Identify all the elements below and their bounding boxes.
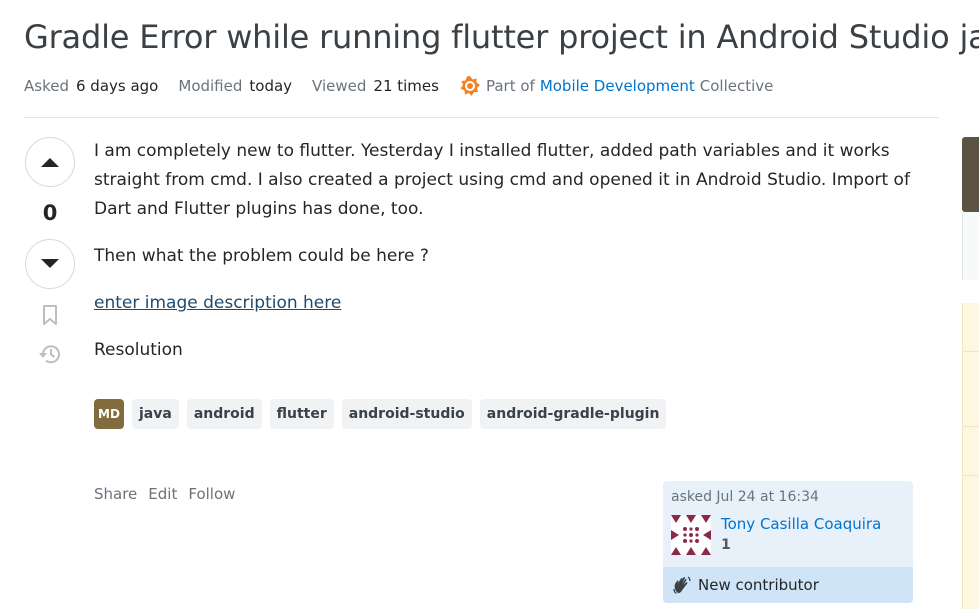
modified-label: Modified [178, 77, 243, 95]
body-paragraph-2: Then what the problem could be here ? [94, 246, 429, 266]
waving-hand-icon [672, 575, 692, 595]
history-icon [39, 345, 60, 364]
asked-timestamp[interactable]: asked Jul 24 at 16:34 [671, 489, 819, 505]
history-button[interactable] [38, 343, 62, 365]
collective-link[interactable]: Mobile Development [540, 77, 695, 95]
downvote-button[interactable] [25, 239, 75, 289]
user-name-link[interactable]: Tony Casilla Coaquira [721, 515, 881, 533]
viewed-label: Viewed [312, 77, 367, 95]
tag-android[interactable]: android [186, 399, 262, 429]
tag-android-gradle-plugin[interactable]: android-gradle-plugin [479, 399, 667, 429]
question-meta: Asked 6 days ago Modified today Viewed 2… [24, 75, 773, 97]
post-actions: Share Edit Follow [94, 485, 246, 503]
upvote-arrow-icon [41, 158, 59, 167]
asked-value: 6 days ago [75, 77, 159, 95]
sidebar-divider [963, 426, 979, 427]
new-contributor-banner[interactable]: New contributor [663, 567, 913, 603]
share-link[interactable]: Share [94, 485, 137, 503]
sidebar-divider [963, 351, 979, 352]
new-contributor-label: New contributor [698, 576, 819, 594]
follow-link[interactable]: Follow [188, 485, 235, 503]
vote-count: 0 [42, 201, 58, 225]
collective-md-badge[interactable]: MD [94, 399, 124, 429]
sidebar-partial-card[interactable] [962, 137, 979, 212]
collective-suffix: Collective [699, 77, 774, 95]
vote-cell: 0 [24, 137, 76, 365]
sidebar-partial-blog [962, 303, 979, 609]
sidebar-divider [963, 475, 979, 476]
avatar[interactable] [671, 515, 711, 555]
downvote-arrow-icon [41, 259, 59, 268]
edit-link[interactable]: Edit [148, 485, 177, 503]
asked-label: Asked [24, 77, 69, 95]
bookmark-button[interactable] [42, 305, 58, 325]
user-card: asked Jul 24 at 16:34 Tony Casilla Coaqu… [663, 481, 913, 603]
body-paragraph-1: I am completely new to flutter. Yesterda… [94, 141, 910, 219]
upvote-button[interactable] [25, 137, 75, 187]
sidebar-partial-panel [962, 212, 979, 280]
question-body: I am completely new to flutter. Yesterda… [94, 137, 924, 383]
tag-list: MD java android flutter android-studio a… [94, 399, 674, 429]
header-divider [24, 117, 939, 118]
tag-android-studio[interactable]: android-studio [341, 399, 472, 429]
part-of-label: Part of [485, 77, 535, 95]
collective-badge-icon [459, 75, 481, 97]
modified-value[interactable]: today [249, 77, 292, 95]
tag-flutter[interactable]: flutter [269, 399, 334, 429]
tag-java[interactable]: java [132, 399, 179, 429]
body-paragraph-3: Resolution [94, 340, 183, 360]
question-title[interactable]: Gradle Error while running flutter proje… [24, 18, 979, 56]
image-description-link[interactable]: enter image description here [94, 293, 341, 313]
viewed-value: 21 times [373, 77, 439, 95]
user-reputation: 1 [721, 537, 731, 553]
bookmark-icon [43, 305, 57, 325]
